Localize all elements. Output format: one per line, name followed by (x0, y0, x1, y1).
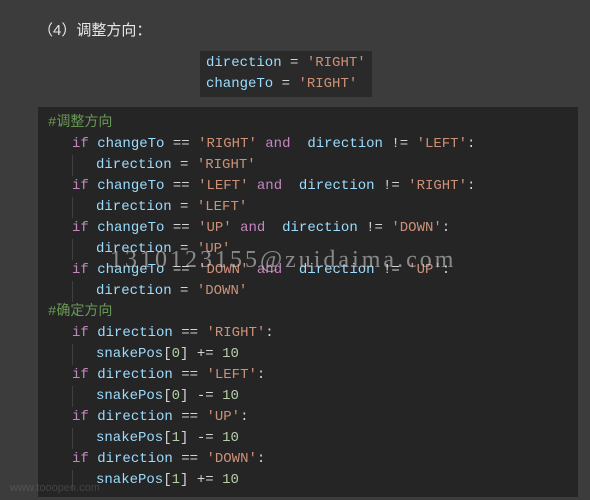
inline-code-snippet: direction = 'RIGHT' changeTo = 'RIGHT' (200, 51, 372, 97)
footer-watermark: www.tooopen.com (10, 480, 100, 497)
section-heading: （4）调整方向： (0, 0, 590, 51)
code-block-main: #调整方向 if changeTo == 'RIGHT' and directi… (38, 107, 578, 497)
